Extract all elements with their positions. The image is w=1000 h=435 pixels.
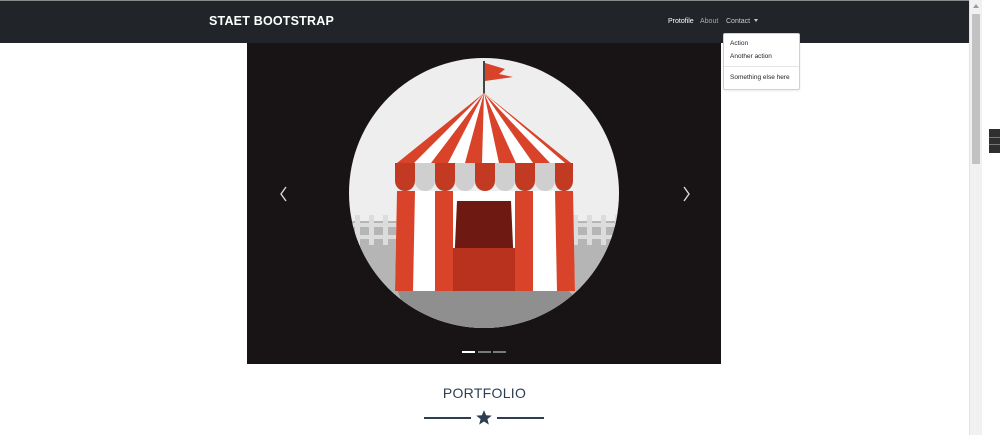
nav-link-contact-dropdown[interactable]: Contact: [726, 18, 759, 25]
portfolio-heading: PORTFOLIO: [442, 385, 527, 401]
star-icon: [476, 410, 492, 425]
image-carousel: [247, 43, 721, 364]
divider-line-left: [424, 417, 471, 419]
dropdown-item-another-action[interactable]: Another action: [730, 53, 772, 60]
chevron-right-icon: [683, 186, 690, 202]
carousel-prev-button[interactable]: [272, 181, 296, 207]
circus-tent-image: [349, 58, 619, 328]
contact-dropdown-menu: Action Another action Something else her…: [723, 33, 800, 90]
carousel-next-button[interactable]: [674, 181, 698, 207]
nav-link-about[interactable]: About: [700, 18, 718, 25]
carousel-indicator-3[interactable]: [493, 351, 506, 353]
scrollbar-thumb[interactable]: [972, 14, 980, 164]
divider-line-right: [497, 417, 544, 419]
dropdown-item-something-else[interactable]: Something else here: [730, 74, 790, 81]
scroll-up-arrow-icon[interactable]: [973, 4, 979, 8]
chevron-left-icon: [280, 186, 287, 202]
nav-link-portfolio[interactable]: Protofile: [668, 18, 694, 25]
page-scrollbar[interactable]: [969, 0, 982, 435]
dropdown-divider: [724, 66, 799, 67]
nav-contact-label: Contact: [726, 18, 751, 25]
navbar: STAET BOOTSTRAP Protofile About Contact: [0, 1, 969, 43]
dropdown-item-action[interactable]: Action: [730, 40, 748, 47]
carousel-indicator-1[interactable]: [462, 351, 475, 353]
side-panel-tab[interactable]: [989, 129, 1000, 153]
carousel-indicator-2[interactable]: [478, 351, 491, 353]
side-tab-line: [989, 137, 1000, 138]
side-tab-line: [989, 144, 1000, 145]
brand-logo-link[interactable]: STAET BOOTSTRAP: [209, 14, 334, 28]
caret-down-icon: [754, 19, 759, 22]
